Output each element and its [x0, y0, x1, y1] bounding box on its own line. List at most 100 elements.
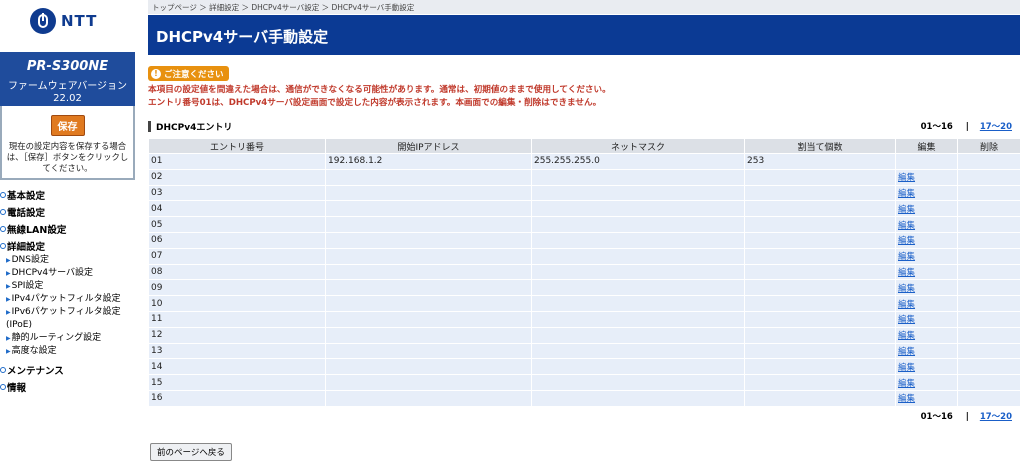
cell-entry-no: 14	[148, 358, 326, 376]
cell-delete	[957, 153, 1021, 170]
pager-next-link[interactable]: 17～20	[980, 122, 1012, 132]
edit-link[interactable]: 編集	[898, 236, 915, 246]
edit-link[interactable]: 編集	[898, 394, 915, 404]
table-row: 13 編集	[148, 342, 1021, 360]
cell-count	[744, 279, 896, 297]
cell-edit	[895, 153, 958, 170]
cell-entry-no: 13	[148, 342, 326, 360]
menu-item-advanced[interactable]: ▶高度な設定	[0, 345, 135, 358]
menu-basic-settings[interactable]: 基本設定	[0, 186, 135, 203]
cell-netmask	[531, 374, 745, 391]
table-header-row: エントリ番号 開始IPアドレス ネットマスク 割当て個数 編集 削除	[148, 138, 1021, 154]
header-count: 割当て個数	[744, 138, 896, 154]
cell-start-ip	[325, 168, 532, 186]
cell-count	[744, 310, 896, 328]
ntt-logo: NTT	[30, 7, 97, 35]
edit-link[interactable]: 編集	[898, 205, 915, 215]
edit-link[interactable]: 編集	[898, 221, 915, 231]
notice-line-1: 本項目の設定値を間違えた場合は、通信ができなくなる可能性があります。通常は、初期…	[148, 85, 611, 95]
bullet-icon	[0, 366, 6, 373]
save-button[interactable]: 保存	[50, 115, 85, 136]
section-title: DHCPv4エントリ	[148, 120, 232, 133]
cell-start-ip	[325, 279, 532, 297]
cell-start-ip	[325, 310, 532, 328]
cell-edit: 編集	[895, 168, 958, 186]
breadcrumb: トップページ ＞ 詳細設定 ＞ DHCPv4サーバ設定 ＞ DHCPv4サーバ手…	[148, 0, 1020, 14]
edit-link[interactable]: 編集	[898, 300, 915, 310]
cell-edit: 編集	[895, 247, 958, 265]
edit-link[interactable]: 編集	[898, 331, 915, 341]
edit-link[interactable]: 編集	[898, 284, 915, 294]
table-row: 04 編集	[148, 200, 1021, 218]
menu-info[interactable]: 情報	[0, 378, 135, 395]
cell-edit: 編集	[895, 279, 958, 297]
cell-delete	[957, 200, 1021, 218]
menu-item-ipv4-filter[interactable]: ▶IPv4パケットフィルタ設定	[0, 293, 135, 306]
warning-icon: !	[151, 69, 161, 79]
menu-item-static-routing[interactable]: ▶静的ルーティング設定	[0, 332, 135, 345]
cell-count	[744, 326, 896, 344]
cell-count	[744, 342, 896, 360]
cell-netmask	[531, 389, 745, 407]
cell-edit: 編集	[895, 326, 958, 344]
cell-netmask	[531, 310, 745, 328]
main-content: トップページ ＞ 詳細設定 ＞ DHCPv4サーバ設定 ＞ DHCPv4サーバ手…	[148, 0, 1021, 462]
menu-wlan-settings[interactable]: 無線LAN設定	[0, 220, 135, 237]
edit-link[interactable]: 編集	[898, 379, 915, 389]
edit-link[interactable]: 編集	[898, 268, 915, 278]
menu-phone-settings[interactable]: 電話設定	[0, 203, 135, 220]
pager-next-link[interactable]: 17～20	[980, 412, 1012, 422]
menu-item-spi[interactable]: ▶SPI設定	[0, 280, 135, 293]
bullet-icon	[0, 225, 6, 232]
table-row: 16 編集	[148, 389, 1021, 407]
cell-delete	[957, 342, 1021, 360]
triangle-icon: ▶	[6, 283, 11, 290]
cell-delete	[957, 184, 1021, 202]
edit-link[interactable]: 編集	[898, 252, 915, 262]
cell-netmask	[531, 358, 745, 376]
cell-start-ip	[325, 200, 532, 218]
menu-item-dhcpv4[interactable]: ▶DHCPv4サーバ設定	[0, 267, 135, 280]
notice-badge-label: ご注意ください	[164, 70, 224, 80]
cell-count	[744, 263, 896, 281]
cell-edit: 編集	[895, 200, 958, 218]
cell-start-ip	[325, 358, 532, 376]
cell-netmask	[531, 231, 745, 249]
cell-delete	[957, 389, 1021, 407]
menu-advanced-settings[interactable]: 詳細設定	[0, 237, 135, 254]
bullet-icon	[0, 208, 6, 215]
cell-entry-no: 08	[148, 263, 326, 281]
cell-entry-no: 03	[148, 184, 326, 202]
cell-delete	[957, 247, 1021, 265]
table-row: 07 編集	[148, 247, 1021, 265]
section-title-label: DHCPv4エントリ	[156, 123, 233, 133]
cell-start-ip: 192.168.1.2	[325, 153, 532, 170]
edit-link[interactable]: 編集	[898, 189, 915, 199]
pager-top: 01～16 | 17～20	[921, 120, 1012, 132]
dhcp-entries-table: エントリ番号 開始IPアドレス ネットマスク 割当て個数 編集 削除 01 192…	[148, 138, 1021, 407]
pager-separator: |	[965, 122, 969, 132]
cell-entry-no: 09	[148, 279, 326, 297]
table-row: 03 編集	[148, 184, 1021, 202]
edit-link[interactable]: 編集	[898, 173, 915, 183]
cell-delete	[957, 279, 1021, 297]
triangle-icon: ▶	[6, 309, 11, 316]
triangle-icon: ▶	[6, 257, 11, 264]
edit-link[interactable]: 編集	[898, 315, 915, 325]
menu-maintenance[interactable]: メンテナンス	[0, 361, 135, 378]
cell-netmask	[531, 216, 745, 233]
menu-item-ipv6-filter[interactable]: ▶IPv6パケットフィルタ設定 (IPoE)	[0, 306, 135, 332]
menu-sub-label: 静的ルーティング設定	[11, 333, 102, 343]
cell-netmask	[531, 279, 745, 297]
side-menu: 基本設定 電話設定 無線LAN設定 詳細設定 ▶DNS設定 ▶DHCPv4サーバ…	[0, 186, 135, 395]
edit-link[interactable]: 編集	[898, 347, 915, 357]
menu-item-dns[interactable]: ▶DNS設定	[0, 254, 135, 267]
cell-count	[744, 374, 896, 391]
back-button[interactable]: 前のページへ戻る	[150, 443, 232, 461]
cell-entry-no: 10	[148, 295, 326, 312]
cell-delete	[957, 310, 1021, 328]
table-row: 02 編集	[148, 168, 1021, 186]
edit-link[interactable]: 編集	[898, 363, 915, 373]
cell-edit: 編集	[895, 295, 958, 312]
cell-entry-no: 07	[148, 247, 326, 265]
